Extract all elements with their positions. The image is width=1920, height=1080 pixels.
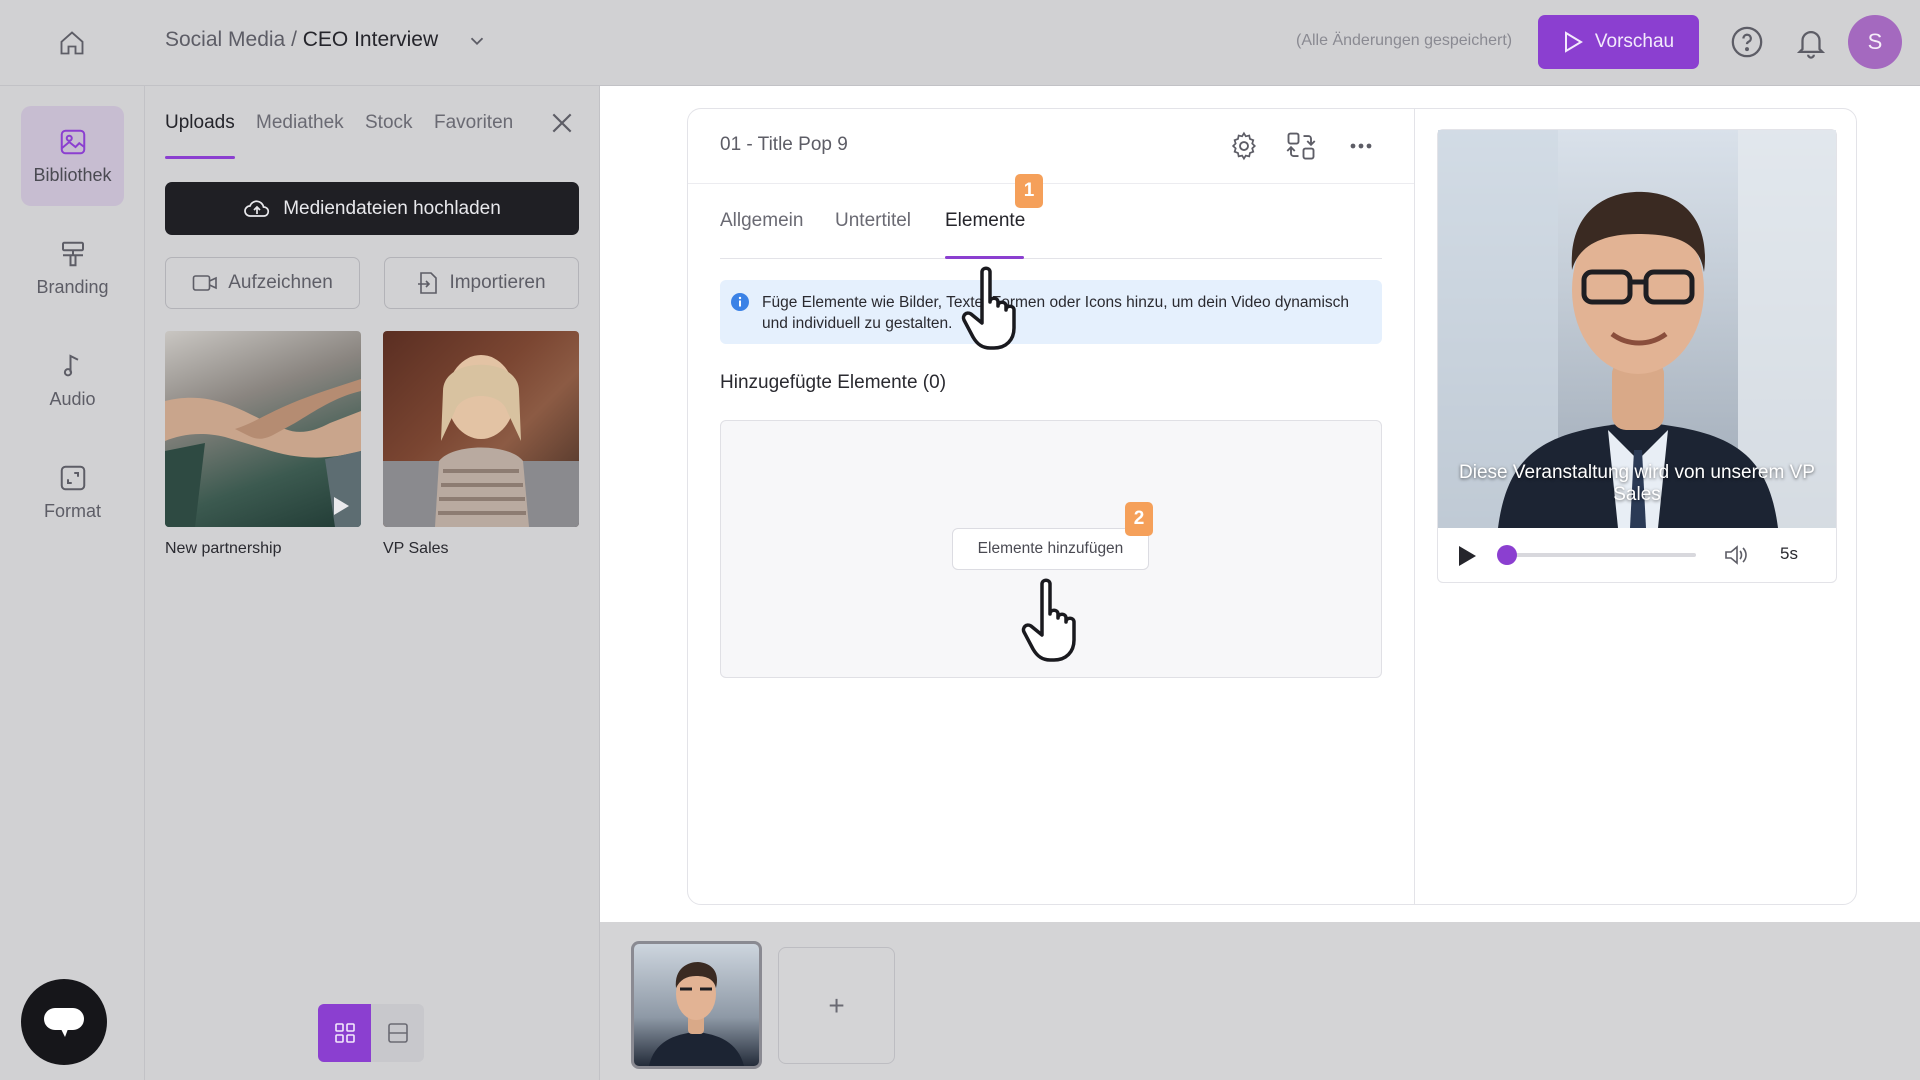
nav-item-bibliothek[interactable]: Bibliothek [21, 106, 124, 206]
user-avatar[interactable]: S [1848, 15, 1902, 69]
step-badge: 1 [1015, 174, 1043, 208]
tab-uploads[interactable]: Uploads [165, 112, 235, 134]
breadcrumb-current: CEO Interview [302, 28, 439, 51]
close-icon[interactable] [549, 110, 575, 136]
image-icon [60, 129, 85, 154]
save-status: (Alle Änderungen gespeichert) [1296, 32, 1513, 49]
left-navigation: Bibliothek Branding Audio Format [0, 86, 145, 1080]
tab-stock[interactable]: Stock [365, 112, 413, 134]
added-elements-heading: Hinzugefügte Elemente (0) [720, 372, 947, 393]
record-label: Aufzeichnen [228, 272, 333, 293]
help-icon[interactable] [1730, 25, 1764, 59]
nav-label-branding: Branding [36, 276, 109, 297]
grid-icon [334, 1023, 355, 1043]
video-subtitle: Diese Veranstaltung wird von unserem VP … [1459, 462, 1815, 505]
tab-favoriten[interactable]: Favoriten [434, 112, 513, 134]
bell-icon[interactable] [1794, 24, 1828, 60]
video-camera-icon [192, 275, 218, 291]
play-icon[interactable] [1456, 544, 1478, 568]
panel-divider [1414, 109, 1415, 904]
swap-scene-icon[interactable] [1286, 131, 1316, 161]
active-tab-indicator [945, 256, 1024, 259]
step-badge: 2 [1125, 502, 1153, 536]
play-outline-icon [1564, 31, 1583, 53]
grid-view-button[interactable] [318, 1004, 371, 1062]
upload-media-button[interactable]: Mediendateien hochladen [165, 182, 579, 235]
header-divider [688, 183, 1414, 184]
paint-roller-icon [61, 241, 84, 266]
nav-item-branding[interactable]: Branding [21, 218, 124, 318]
hand-pointer-icon [961, 266, 1016, 350]
tab-mediathek[interactable]: Mediathek [256, 112, 344, 134]
video-play-icon [334, 497, 349, 515]
home-button[interactable] [46, 22, 98, 64]
scene-preview-illustration [649, 962, 744, 1066]
add-scene-button[interactable]: + [778, 947, 895, 1064]
breadcrumb-parent[interactable]: Social Media [165, 28, 285, 51]
volume-icon[interactable] [1723, 542, 1749, 568]
active-tab-indicator [165, 156, 235, 159]
music-note-icon [63, 353, 78, 376]
tab-untertitel[interactable]: Untertitel [835, 210, 911, 232]
nav-label-audio: Audio [49, 388, 96, 409]
tab-allgemein[interactable]: Allgemein [720, 210, 803, 232]
info-banner: Füge Elemente wie Bilder, Texte, Formen … [720, 280, 1382, 344]
list-icon [387, 1023, 408, 1043]
list-view-button[interactable] [371, 1004, 424, 1062]
info-icon [731, 293, 749, 311]
more-options-icon[interactable] [1346, 134, 1376, 158]
chevron-down-icon[interactable] [466, 30, 488, 52]
add-elements-button[interactable]: Elemente hinzufügen [952, 528, 1149, 570]
chat-icon [44, 1008, 84, 1037]
media-thumbnail-partnership[interactable] [165, 331, 361, 527]
upload-media-label: Mediendateien hochladen [283, 197, 501, 219]
seek-bar[interactable] [1503, 553, 1696, 557]
hand-pointer-icon [1021, 578, 1076, 662]
media-thumbnail-vp-sales[interactable] [383, 331, 579, 527]
media-caption: New partnership [165, 540, 282, 557]
media-caption: VP Sales [383, 540, 449, 557]
nav-item-format[interactable]: Format [21, 442, 124, 542]
import-label: Importieren [449, 272, 546, 293]
info-text: Füge Elemente wie Bilder, Texte, Formen … [762, 294, 1350, 332]
home-icon [60, 31, 84, 55]
nav-item-audio[interactable]: Audio [21, 330, 124, 430]
preview-label: Vorschau [1594, 31, 1675, 52]
tab-divider [720, 258, 1382, 259]
preview-button[interactable]: Vorschau [1538, 15, 1699, 69]
portrait-illustration [383, 355, 579, 527]
nav-label-bibliothek: Bibliothek [33, 164, 112, 185]
nav-label-format: Format [43, 500, 101, 521]
library-panel: Uploads Mediathek Stock Favoriten Medien… [145, 86, 600, 1080]
resize-icon [60, 465, 85, 490]
scene-title: 01 - Title Pop 9 [720, 134, 848, 155]
chat-button[interactable] [21, 979, 107, 1065]
seek-handle[interactable] [1497, 545, 1517, 565]
import-icon [418, 272, 438, 294]
duration-label: 5s [1780, 544, 1798, 563]
import-button[interactable]: Importieren [384, 257, 579, 309]
record-button[interactable]: Aufzeichnen [165, 257, 360, 309]
cloud-upload-icon [244, 199, 270, 217]
scene-thumbnail[interactable] [631, 941, 762, 1069]
breadcrumb-separator: / [285, 28, 303, 51]
gear-icon[interactable] [1229, 131, 1259, 161]
tab-elemente[interactable]: Elemente [945, 210, 1025, 232]
breadcrumb: Social Media / CEO Interview [165, 28, 438, 52]
view-toggle [318, 1004, 424, 1062]
